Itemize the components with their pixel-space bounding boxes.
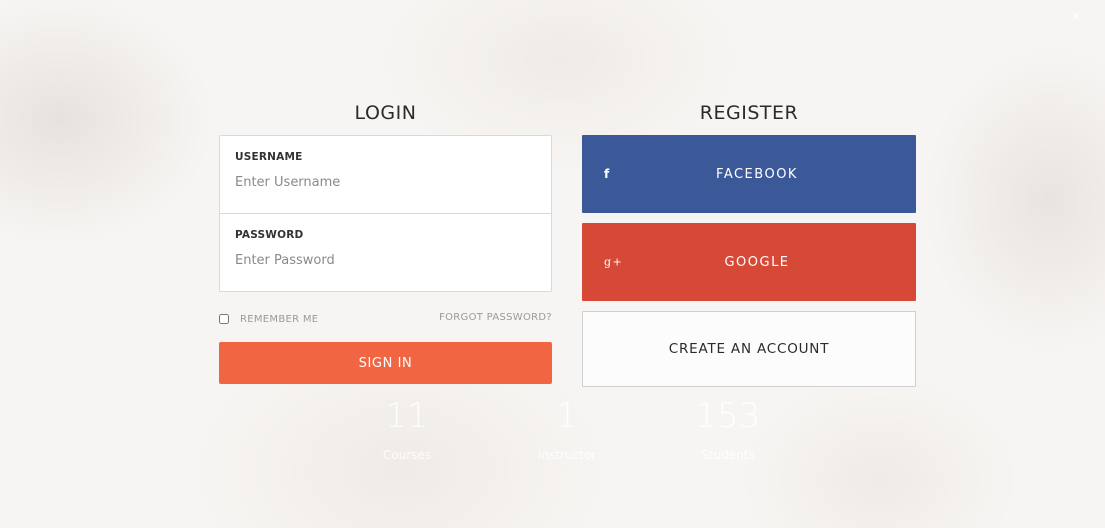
google-button-label: GOOGLE [724,254,790,270]
google-register-button[interactable]: g+ GOOGLE [582,223,916,301]
password-input[interactable] [235,253,536,268]
bg-stat-value: 153 [695,396,761,436]
bg-stat-label: Instructor [537,448,597,462]
password-field-group: PASSWORD [220,213,551,290]
create-account-label: CREATE AN ACCOUNT [668,341,830,357]
remember-me-checkbox[interactable] [219,313,229,324]
username-label: USERNAME [235,151,303,163]
bg-stat-label: Students [701,448,755,462]
login-title: LOGIN [354,102,417,124]
bg-stat-value: 11 [385,396,429,436]
login-form: USERNAME PASSWORD [219,135,552,292]
sign-in-button[interactable]: SIGN IN [219,342,552,384]
bg-stat-value: 1 [556,396,578,436]
username-field-group: USERNAME [220,136,551,213]
close-icon[interactable]: ✕ [1072,10,1081,23]
bg-stat-label: Courses [382,448,432,462]
remember-me-row: REMEMBER ME [219,312,318,325]
username-input[interactable] [235,175,536,190]
forgot-password-link[interactable]: FORGOT PASSWORD? [439,312,552,323]
register-title: REGISTER [699,102,799,124]
create-account-button[interactable]: CREATE AN ACCOUNT [582,311,916,387]
facebook-button-label: FACEBOOK [716,166,798,182]
password-label: PASSWORD [235,229,304,241]
remember-me-label[interactable]: REMEMBER ME [240,314,318,325]
facebook-register-button[interactable]: f FACEBOOK [582,135,916,213]
